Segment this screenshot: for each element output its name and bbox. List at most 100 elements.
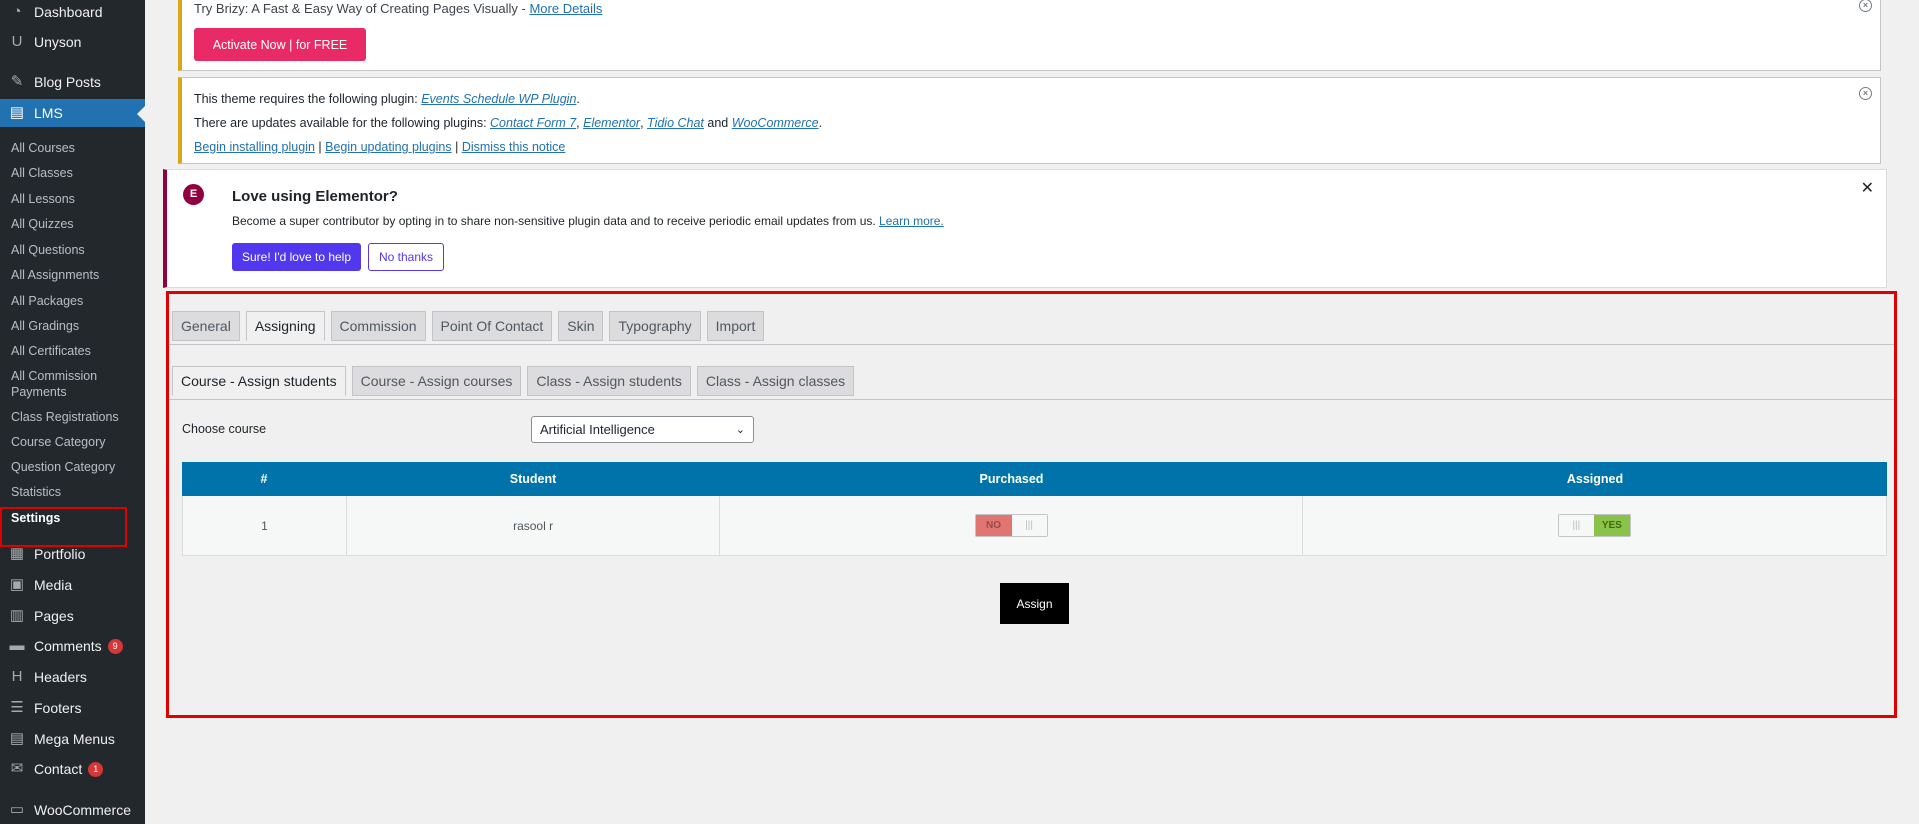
assign-button[interactable]: Assign: [1000, 583, 1069, 624]
period: .: [576, 92, 580, 106]
events-schedule-link[interactable]: Events Schedule WP Plugin: [421, 92, 576, 106]
notification-count-badge: 9: [107, 638, 123, 654]
lms-settings-panel: General Assigning Commission Point Of Conta…: [166, 291, 1897, 718]
lms-subitem-all-certificates[interactable]: All Certificates: [0, 343, 145, 359]
col-assigned: Assigned: [1566, 472, 1624, 486]
row-student: rasool r: [347, 496, 721, 555]
purchased-cell: NO |||: [720, 496, 1303, 555]
row-number: 1: [183, 496, 347, 555]
media-icon: ▣: [9, 576, 25, 593]
course-select-value: Artificial Intelligence: [540, 422, 655, 437]
sidebar-item-footers[interactable]: ☰ Footers: [0, 694, 145, 722]
lms-subitem-question-category[interactable]: Question Category: [0, 459, 145, 475]
lms-subitem-all-assignments[interactable]: All Assignments: [0, 267, 145, 283]
assigned-toggle[interactable]: ||| YES: [1557, 514, 1631, 537]
elementor-description: Become a super contributor by opting in …: [232, 214, 944, 228]
sidebar-item-label: Dashboard: [34, 4, 103, 20]
lms-subitem-all-courses[interactable]: All Courses: [0, 140, 145, 156]
subtab-course-assign-courses[interactable]: Course - Assign courses: [351, 366, 522, 396]
sidebar-item-label: Headers: [34, 669, 87, 685]
pin-icon: ✎: [10, 73, 24, 90]
required-plugin-text: This theme requires the following plugin…: [194, 92, 422, 106]
course-select[interactable]: Artificial Intelligence ⌄: [531, 416, 754, 443]
portfolio-icon: ▦: [9, 545, 25, 562]
lms-subitem-all-lessons[interactable]: All Lessons: [0, 191, 145, 207]
tab-assigning[interactable]: Assigning: [245, 311, 325, 341]
more-details-link[interactable]: More Details: [529, 1, 602, 16]
tab-commission[interactable]: Commission: [330, 311, 426, 341]
dismiss-plugins-icon[interactable]: ×: [1859, 87, 1872, 100]
subtab-course-assign-students[interactable]: Course - Assign students: [172, 366, 346, 396]
no-thanks-button[interactable]: No thanks: [368, 243, 444, 271]
dismiss-notice-link[interactable]: Dismiss this notice: [462, 140, 566, 154]
pages-icon: ▥: [9, 607, 25, 624]
sidebar-item-pages[interactable]: ▥ Pages: [0, 602, 145, 630]
sidebar-item-label: LMS: [34, 105, 63, 121]
purchased-toggle[interactable]: NO |||: [974, 514, 1048, 537]
students-table: # Student Purchased Assigned 1 rasool r …: [182, 462, 1887, 556]
tab-point-of-contact[interactable]: Point Of Contact: [431, 311, 553, 341]
begin-installing-link[interactable]: Begin installing plugin: [194, 140, 315, 154]
sidebar-item-label: Comments: [34, 638, 102, 654]
sidebar-item-unyson[interactable]: U Unyson: [0, 28, 145, 56]
subtab-class-assign-classes[interactable]: Class - Assign classes: [696, 366, 855, 396]
elementor-link[interactable]: Elementor: [583, 116, 640, 130]
dismiss-brizy-icon[interactable]: ×: [1859, 0, 1872, 12]
sidebar-item-dashboard[interactable]: ◔ Dashboard: [0, 0, 145, 26]
lms-subitem-all-packages[interactable]: All Packages: [0, 293, 145, 309]
contact-form-7-link[interactable]: Contact Form 7: [490, 116, 576, 130]
sidebar-item-label: Pages: [34, 608, 74, 624]
lms-subitem-all-quizzes[interactable]: All Quizzes: [0, 216, 145, 232]
sidebar-item-comments[interactable]: ▬ Comments 9: [0, 632, 145, 660]
sidebar-item-label: WooCommerce: [34, 802, 131, 818]
assigned-cell: ||| YES: [1303, 496, 1886, 555]
sidebar-item-lms[interactable]: ▤ LMS: [0, 99, 145, 127]
elementor-desc-text: Become a super contributor by opting in …: [232, 214, 880, 228]
sidebar-item-media[interactable]: ▣ Media: [0, 571, 145, 599]
col-purchased: Purchased: [979, 472, 1044, 486]
elementor-logo-icon: E: [183, 184, 204, 205]
elementor-notice: E Love using Elementor? Become a super c…: [163, 169, 1887, 288]
lms-subitem-all-questions[interactable]: All Questions: [0, 242, 145, 258]
woocommerce-icon: ▭: [9, 801, 25, 818]
required-plugin-line: This theme requires the following plugin…: [194, 92, 580, 106]
tab-skin[interactable]: Skin: [558, 311, 604, 341]
plugin-actions: Begin installing plugin | Begin updating…: [194, 140, 565, 154]
lms-subitem-statistics[interactable]: Statistics: [0, 484, 145, 500]
sidebar-item-headers[interactable]: H Headers: [0, 663, 145, 691]
toggle-knob: |||: [1011, 515, 1047, 536]
tidio-chat-link[interactable]: Tidio Chat: [647, 116, 704, 130]
woocommerce-link[interactable]: WooCommerce: [732, 116, 819, 130]
and-text: and: [703, 116, 732, 130]
dashboard-icon: ◔: [12, 3, 22, 20]
sep: ,: [640, 116, 648, 130]
activate-brizy-button[interactable]: Activate Now | for FREE: [194, 28, 366, 61]
sidebar-item-portfolio[interactable]: ▦ Portfolio: [0, 540, 145, 568]
mail-icon: ✉: [10, 760, 24, 777]
sidebar-item-label: Contact: [34, 761, 83, 777]
tab-general[interactable]: General: [172, 311, 240, 341]
tab-import[interactable]: Import: [706, 311, 765, 341]
mega-menus-icon: ▤: [9, 730, 25, 747]
tab-typography[interactable]: Typography: [609, 311, 701, 341]
sidebar-item-label: Blog Posts: [34, 74, 101, 90]
sidebar-item-blog-posts[interactable]: ✎ Blog Posts: [0, 68, 145, 96]
subtab-class-assign-students[interactable]: Class - Assign students: [527, 366, 691, 396]
lms-subitem-all-classes[interactable]: All Classes: [0, 165, 145, 181]
tabs-divider: [169, 344, 1894, 345]
lms-subitem-class-registrations[interactable]: Class Registrations: [0, 409, 145, 425]
sidebar-item-contact[interactable]: ✉ Contact 1: [0, 755, 145, 783]
sidebar-item-label: Mega Menus: [34, 731, 115, 747]
subtabs-divider: [169, 399, 1894, 400]
begin-updating-link[interactable]: Begin updating plugins: [325, 140, 452, 154]
learn-more-link[interactable]: Learn more.: [879, 214, 944, 228]
lms-subitem-all-commission-payments[interactable]: All Commission Payments: [0, 368, 100, 400]
lms-subitem-course-category[interactable]: Course Category: [0, 434, 145, 450]
period: .: [818, 116, 823, 130]
close-icon[interactable]: ✕: [1861, 178, 1874, 198]
lms-subitem-all-gradings[interactable]: All Gradings: [0, 318, 145, 334]
sidebar-item-woocommerce[interactable]: ▭ WooCommerce: [0, 796, 145, 824]
opt-in-button[interactable]: Sure! I'd love to help: [232, 243, 361, 271]
elementor-title: Love using Elementor?: [232, 188, 398, 205]
sidebar-item-mega-menus[interactable]: ▤ Mega Menus: [0, 725, 145, 753]
